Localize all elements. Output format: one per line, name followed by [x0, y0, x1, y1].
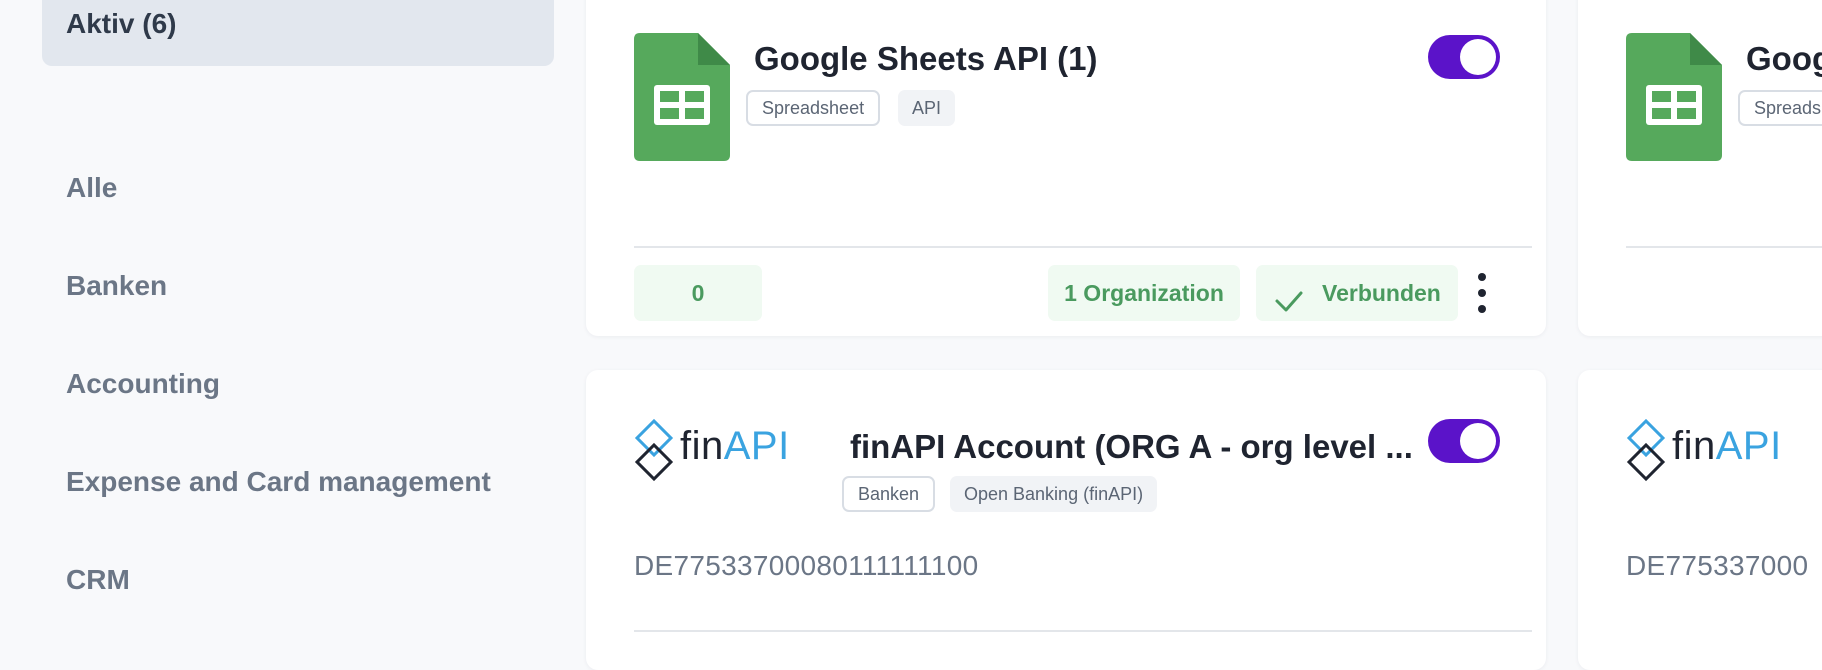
- account-iban: DE77533700080111111100: [634, 550, 979, 581]
- sidebar-item-banken[interactable]: Banken: [66, 270, 167, 302]
- sidebar-item-expense-card-management[interactable]: Expense and Card management: [66, 466, 491, 498]
- google-sheets-icon: [1626, 33, 1722, 161]
- card-title: Goog: [1746, 40, 1822, 77]
- card-divider: [1626, 246, 1822, 248]
- sidebar-item-crm[interactable]: CRM: [66, 564, 130, 596]
- integration-card-finapi: finAPI finAPI Account (ORG A - org level…: [586, 370, 1546, 670]
- sidebar-item-aktiv[interactable]: Aktiv (6): [42, 0, 554, 66]
- tag-api: API: [898, 90, 956, 126]
- organization-badge[interactable]: 1 Organization: [1048, 265, 1240, 321]
- tag-spreadsheet: Spreadsheet: [746, 90, 881, 126]
- tag-spreadsheet: Spreads: [1738, 90, 1822, 126]
- sidebar-item-alle[interactable]: Alle: [66, 172, 117, 204]
- sidebar-item-accounting[interactable]: Accounting: [66, 368, 220, 400]
- integration-card-google-sheets-2: Goog Spreads: [1578, 0, 1822, 336]
- account-iban: DE775337000: [1626, 550, 1809, 581]
- check-icon: [1274, 279, 1304, 312]
- integration-card-google-sheets: Google Sheets API (1) Spreadsheet API 0 …: [586, 0, 1546, 336]
- card-title: Google Sheets API (1): [754, 40, 1098, 77]
- toggle-knob: [1460, 423, 1496, 459]
- more-vertical-icon[interactable]: [1476, 273, 1488, 313]
- sidebar-item-label: Aktiv (6): [66, 8, 177, 39]
- finapi-logo-fin: fin: [680, 424, 724, 468]
- activation-toggle[interactable]: [1428, 419, 1500, 463]
- tag-open-banking: Open Banking (finAPI): [950, 476, 1158, 512]
- card-title: finAPI Account (ORG A - org level ...: [850, 428, 1413, 465]
- category-sidebar: Aktiv (6) Alle Banken Accounting Expense…: [0, 0, 580, 647]
- activation-toggle[interactable]: [1428, 35, 1500, 79]
- tag-banken: Banken: [842, 476, 936, 512]
- finapi-logo-fin: fin: [1672, 424, 1716, 468]
- count-badge: 0: [634, 265, 762, 321]
- status-badge: Verbunden: [1256, 265, 1458, 321]
- integration-card-finapi-2: finAPI DE775337000: [1578, 370, 1822, 670]
- toggle-knob: [1460, 39, 1496, 75]
- google-sheets-icon: [634, 33, 730, 161]
- card-divider: [634, 246, 1532, 248]
- finapi-logo: finAPI: [634, 418, 834, 482]
- finapi-logo-api: API: [1715, 424, 1782, 468]
- finapi-logo-api: API: [723, 424, 790, 468]
- status-label: Verbunden: [1322, 280, 1441, 306]
- card-divider: [634, 630, 1532, 632]
- finapi-logo: finAPI: [1626, 418, 1822, 482]
